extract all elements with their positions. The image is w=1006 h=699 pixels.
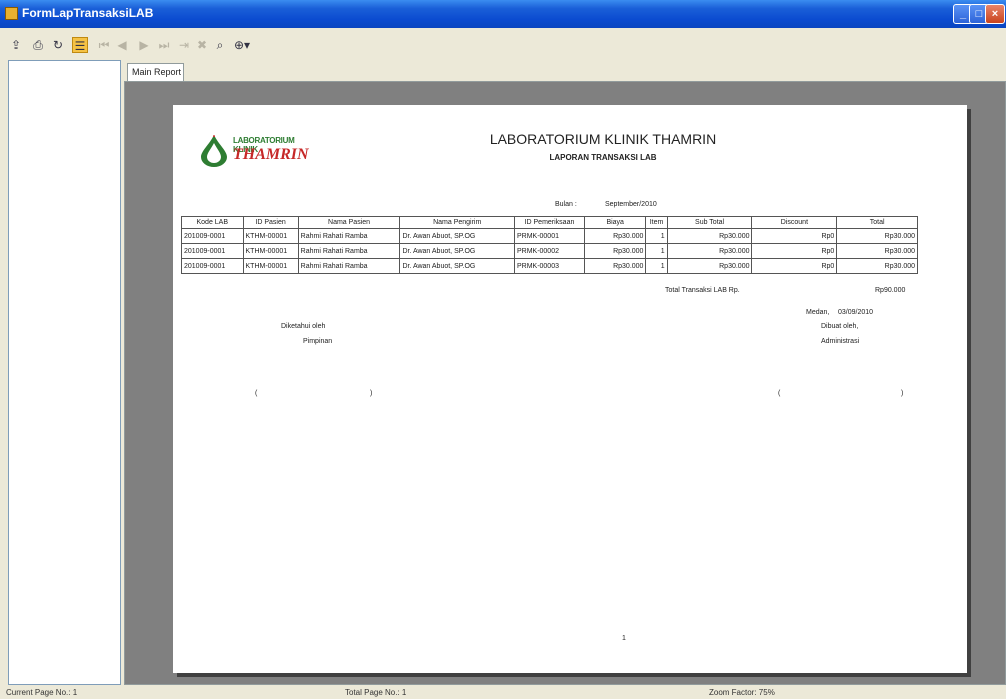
group-tree-panel[interactable] (8, 60, 121, 685)
cell-nama-pengirim: Dr. Awan Abuot, SP.OG (399, 243, 515, 259)
left-sign-paren-open: ( (255, 390, 258, 397)
left-sign-title: Diketahui oleh (281, 323, 326, 330)
cell-total: Rp30.000 (836, 258, 918, 274)
group-tree-icon[interactable]: ☰ (72, 37, 88, 53)
col-nama-pasien: Nama Pasien (297, 216, 401, 229)
col-biaya: Biaya (583, 216, 647, 229)
cell-kode-lab: 201009-0001 (181, 243, 244, 259)
cell-discount: Rp0 (751, 228, 838, 244)
cell-id-pemeriksaan: PRMK-00003 (513, 258, 585, 274)
report-area: Main Report LABORATORIUM KLINIK THAMRIN … (124, 60, 1006, 685)
cell-nama-pasien: Rahmi Rahati Ramba (297, 258, 401, 274)
right-sign-paren-close: ) (901, 390, 904, 397)
status-bar: Current Page No.: 1 Total Page No.: 1 Zo… (0, 687, 1006, 699)
total-value: Rp90.000 (875, 287, 906, 294)
cell-total: Rp30.000 (836, 228, 918, 244)
report-title: LABORATORIUM KLINIK THAMRIN (489, 131, 717, 147)
cell-nama-pengirim: Dr. Awan Abuot, SP.OG (399, 228, 515, 244)
next-page-icon[interactable]: ▶ (136, 37, 152, 53)
right-sign-title: Dibuat oleh, (821, 323, 859, 330)
cell-sub-total: Rp30.000 (666, 228, 753, 244)
window-title: FormLapTransaksiLAB (22, 6, 154, 20)
page-number: 1 (622, 635, 626, 642)
last-page-icon[interactable]: ⏭ (156, 37, 172, 53)
cell-id-pemeriksaan: PRMK-00002 (513, 243, 585, 259)
status-zoom: Zoom Factor: 75% (709, 688, 775, 697)
report-subtitle: LAPORAN TRANSAKSI LAB (549, 153, 657, 162)
status-total-page: Total Page No.: 1 (345, 688, 407, 697)
table-row: 201009-0001 KTHM-00001 Rahmi Rahati Ramb… (181, 228, 918, 244)
col-id-pemeriksaan: ID Pemeriksaan (513, 216, 585, 229)
prev-page-icon[interactable]: ◀ (114, 37, 130, 53)
tab-main-report[interactable]: Main Report (127, 63, 184, 81)
export-icon[interactable]: ⇪ (8, 37, 24, 53)
refresh-icon[interactable]: ↻ (50, 37, 66, 53)
right-sign-role: Administrasi (821, 338, 860, 345)
cell-nama-pengirim: Dr. Awan Abuot, SP.OG (399, 258, 515, 274)
first-page-icon[interactable]: ⏮ (96, 37, 112, 53)
table-row: 201009-0001 KTHM-00001 Rahmi Rahati Ramb… (181, 243, 918, 259)
total-label: Total Transaksi LAB Rp. (665, 287, 740, 294)
cell-id-pasien: KTHM-00001 (242, 258, 299, 274)
city-date-label: Medan, (806, 309, 830, 316)
close-icon: × (991, 8, 999, 20)
title-bar[interactable]: FormLapTransaksiLAB _ □ × (0, 0, 1006, 28)
cell-id-pasien: KTHM-00001 (242, 228, 299, 244)
cell-item: 1 (645, 243, 668, 259)
cell-sub-total: Rp30.000 (666, 243, 753, 259)
col-item: Item (645, 216, 668, 229)
logo-drop-icon (201, 135, 227, 167)
report-window: FormLapTransaksiLAB _ □ × ⇪ ⎙ ↻ ☰ ⏮ ◀ ▶ … (0, 0, 1006, 699)
cell-nama-pasien: Rahmi Rahati Ramba (297, 243, 401, 259)
cell-sub-total: Rp30.000 (666, 258, 753, 274)
col-nama-pengirim: Nama Pengirim (399, 216, 515, 229)
status-current-page: Current Page No.: 1 (6, 688, 78, 697)
logo-main-text: THAMRIN (233, 146, 309, 163)
search-icon[interactable]: ⌕ (212, 37, 228, 53)
left-sign-role: Pimpinan (303, 338, 333, 345)
cell-nama-pasien: Rahmi Rahati Ramba (297, 228, 401, 244)
cell-id-pasien: KTHM-00001 (242, 243, 299, 259)
col-discount: Discount (751, 216, 838, 229)
close-button[interactable]: × (985, 4, 1005, 24)
zoom-icon[interactable]: ⊕▾ (234, 37, 250, 53)
clinic-logo: LABORATORIUM KLINIK THAMRIN (195, 125, 315, 175)
close-view-icon[interactable]: ✖ (194, 37, 210, 53)
cell-total: Rp30.000 (836, 243, 918, 259)
report-page: LABORATORIUM KLINIK THAMRIN LABORATORIUM… (173, 105, 967, 673)
cell-biaya: Rp30.000 (583, 243, 647, 259)
report-toolbar: ⇪ ⎙ ↻ ☰ ⏮ ◀ ▶ ⏭ ⇥ ✖ ⌕ ⊕▾ (0, 28, 1006, 60)
cell-biaya: Rp30.000 (583, 258, 647, 274)
app-icon (5, 7, 18, 20)
cell-id-pemeriksaan: PRMK-00001 (513, 228, 585, 244)
cell-kode-lab: 201009-0001 (181, 228, 244, 244)
col-sub-total: Sub Total (666, 216, 753, 229)
right-sign-paren-open: ( (778, 390, 781, 397)
date-value: 03/09/2010 (838, 309, 874, 316)
cell-discount: Rp0 (751, 243, 838, 259)
transaction-table: Kode LAB ID Pasien Nama Pasien Nama Peng… (181, 216, 918, 274)
col-id-pasien: ID Pasien (242, 216, 299, 229)
col-total: Total (836, 216, 918, 229)
bulan-value: September/2010 (605, 201, 657, 208)
goto-page-icon[interactable]: ⇥ (176, 37, 192, 53)
table-header-row: Kode LAB ID Pasien Nama Pasien Nama Peng… (181, 216, 918, 229)
report-viewer[interactable]: LABORATORIUM KLINIK THAMRIN LABORATORIUM… (124, 81, 1006, 685)
left-sign-paren-close: ) (370, 390, 373, 397)
cell-discount: Rp0 (751, 258, 838, 274)
bulan-label: Bulan : (555, 201, 577, 208)
table-row: 201009-0001 KTHM-00001 Rahmi Rahati Ramb… (181, 258, 918, 274)
cell-biaya: Rp30.000 (583, 228, 647, 244)
col-kode-lab: Kode LAB (181, 216, 244, 229)
cell-kode-lab: 201009-0001 (181, 258, 244, 274)
cell-item: 1 (645, 258, 668, 274)
cell-item: 1 (645, 228, 668, 244)
print-icon[interactable]: ⎙ (30, 37, 46, 53)
